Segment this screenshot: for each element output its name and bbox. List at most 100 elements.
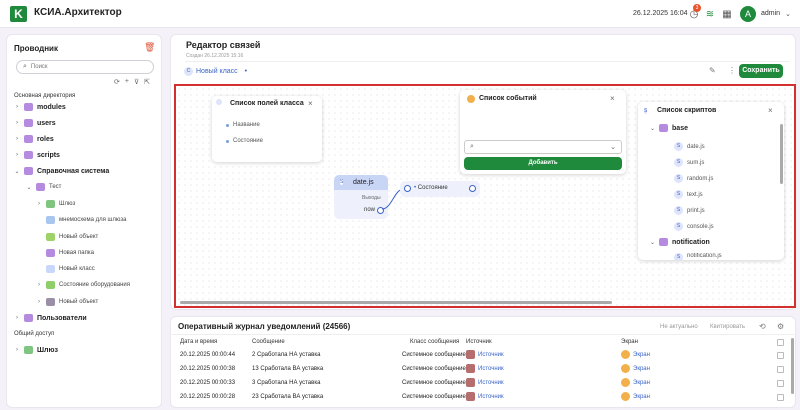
input-port[interactable] bbox=[404, 185, 411, 192]
app-logo[interactable]: K bbox=[10, 6, 27, 22]
screen-link[interactable]: Экран bbox=[633, 394, 650, 400]
row-checkbox[interactable] bbox=[777, 366, 784, 373]
journal-scrollbar[interactable] bbox=[791, 338, 794, 394]
tree-item-label: scripts bbox=[37, 151, 60, 159]
scripts-scrollbar[interactable] bbox=[780, 124, 783, 184]
not-actual-button[interactable]: Не актуально bbox=[660, 324, 698, 330]
settings-dot-icon[interactable]: • bbox=[245, 68, 247, 75]
chevron-right-icon[interactable]: › bbox=[14, 152, 20, 158]
tree-item-new-class[interactable]: Новый класс bbox=[36, 262, 95, 276]
chevron-right-icon[interactable]: › bbox=[36, 299, 42, 305]
chevron-down-icon[interactable]: ⌄ bbox=[650, 239, 655, 246]
close-icon[interactable]: × bbox=[308, 99, 313, 108]
folder-icon bbox=[659, 238, 669, 246]
chevron-right-icon[interactable]: › bbox=[14, 120, 20, 126]
chevron-down-icon[interactable]: ⌄ bbox=[26, 184, 32, 191]
chevron-down-icon[interactable]: ⌄ bbox=[650, 125, 655, 132]
field-item[interactable]: Название bbox=[226, 122, 260, 128]
wifi-icon[interactable]: ≋ bbox=[704, 8, 716, 20]
tree-item-modules[interactable]: › modules bbox=[14, 100, 66, 114]
refresh-icon[interactable]: ⟳ bbox=[114, 78, 120, 86]
class-icon bbox=[46, 265, 55, 273]
script-icon: S bbox=[644, 108, 648, 114]
state-node[interactable]: • Состояние bbox=[400, 181, 480, 197]
source-link[interactable]: Источник bbox=[478, 352, 504, 358]
more-icon[interactable]: ⋮ bbox=[728, 66, 736, 75]
edit-icon[interactable]: ✎ bbox=[709, 66, 716, 75]
select-all-checkbox[interactable] bbox=[777, 339, 784, 346]
script-item[interactable]: Sprint.js bbox=[674, 206, 705, 215]
chevron-right-icon[interactable]: › bbox=[14, 315, 20, 321]
trash-icon[interactable]: 🗑 bbox=[144, 42, 155, 53]
source-link[interactable]: Источник bbox=[478, 366, 504, 372]
avatar[interactable]: A bbox=[740, 6, 756, 22]
col-class[interactable]: Класс сообщения bbox=[410, 339, 459, 345]
script-item[interactable]: Stext.js bbox=[674, 190, 703, 199]
add-event-button[interactable]: Добавить bbox=[464, 157, 622, 170]
tree-item-scripts[interactable]: › scripts bbox=[14, 148, 60, 162]
script-item[interactable]: Sconsole.js bbox=[674, 222, 714, 231]
script-item[interactable]: Srandom.js bbox=[674, 174, 713, 183]
event-select[interactable]: ⌕ ⌄ bbox=[464, 140, 622, 154]
chevron-right-icon[interactable]: › bbox=[14, 347, 20, 353]
close-icon[interactable]: × bbox=[610, 94, 615, 103]
chevron-right-icon[interactable]: › bbox=[36, 282, 42, 288]
tree-item-new-object-2[interactable]: › Новый объект bbox=[36, 295, 98, 309]
screen-link[interactable]: Экран bbox=[633, 352, 650, 358]
chevron-down-icon[interactable]: ⌄ bbox=[782, 8, 794, 20]
tree-item-gateway[interactable]: › Шлюз bbox=[36, 197, 75, 211]
gear-icon[interactable]: ⚙ bbox=[777, 322, 784, 331]
canvas-h-scrollbar[interactable] bbox=[180, 301, 612, 304]
col-message[interactable]: Сообщение bbox=[252, 339, 285, 345]
screen-link[interactable]: Экран bbox=[633, 380, 650, 386]
chevron-down-icon: ⌄ bbox=[610, 144, 616, 151]
tree-item-users[interactable]: › users bbox=[14, 116, 56, 130]
search-input[interactable]: ⌕ Поиск bbox=[16, 60, 154, 74]
tree-item-users-ru[interactable]: › Пользователи bbox=[14, 311, 87, 325]
class-chip[interactable]: C Новый класс • bbox=[184, 67, 247, 76]
save-button[interactable]: Сохранить bbox=[739, 64, 783, 78]
source-link[interactable]: Источник bbox=[478, 380, 504, 386]
row-checkbox[interactable] bbox=[777, 394, 784, 401]
col-screen[interactable]: Экран bbox=[621, 339, 638, 345]
col-datetime[interactable]: Дата и время bbox=[180, 339, 217, 345]
tree-item-new-folder[interactable]: Новая папка bbox=[36, 246, 94, 260]
tree-item-test[interactable]: ⌄ Тест bbox=[26, 180, 61, 194]
tree-item-equipment-state[interactable]: › Состояние оборудования bbox=[36, 278, 130, 292]
field-item[interactable]: Состояние bbox=[226, 138, 263, 144]
gateway-icon bbox=[24, 346, 33, 354]
source-icon bbox=[466, 350, 475, 359]
screen-link[interactable]: Экран bbox=[633, 366, 650, 372]
script-item[interactable]: Ssum.js bbox=[674, 158, 704, 167]
history-icon[interactable]: ⟲ bbox=[759, 322, 766, 331]
folder-icon bbox=[24, 103, 33, 111]
tree-item-shared-gateway[interactable]: › Шлюз bbox=[14, 343, 58, 357]
script-folder-base[interactable]: ⌄ base bbox=[650, 124, 688, 132]
row-checkbox[interactable] bbox=[777, 380, 784, 387]
chevron-right-icon[interactable]: › bbox=[14, 104, 20, 110]
script-item[interactable]: Snotification.js bbox=[674, 253, 722, 260]
source-link[interactable]: Источник bbox=[478, 394, 504, 400]
col-source[interactable]: Источник bbox=[466, 339, 492, 345]
quit-button[interactable]: Квитировать bbox=[710, 324, 745, 330]
user-name[interactable]: admin bbox=[761, 10, 780, 17]
add-icon[interactable]: + bbox=[125, 78, 129, 86]
editor-title: Редактор связей bbox=[186, 40, 261, 50]
script-icon: S bbox=[674, 158, 683, 167]
tree-item-new-object[interactable]: Новый объект bbox=[36, 230, 98, 244]
output-port[interactable] bbox=[469, 185, 476, 192]
calendar-icon[interactable]: ▦ bbox=[721, 8, 733, 20]
object-icon bbox=[46, 233, 55, 241]
tree-item-mnemo[interactable]: мнемосхема для шлюза bbox=[36, 213, 126, 227]
tree-item-roles[interactable]: › roles bbox=[14, 132, 54, 146]
script-item[interactable]: Sdate.js bbox=[674, 142, 705, 151]
filter-icon[interactable]: ⊽ bbox=[134, 78, 139, 86]
chevron-down-icon[interactable]: ⌄ bbox=[14, 168, 20, 175]
script-folder-notification[interactable]: ⌄ notification bbox=[650, 238, 710, 246]
chevron-right-icon[interactable]: › bbox=[14, 136, 20, 142]
chevron-right-icon[interactable]: › bbox=[36, 201, 42, 207]
collapse-icon[interactable]: ⇱ bbox=[144, 78, 150, 86]
tree-item-reference[interactable]: ⌄ Справочная система bbox=[14, 164, 109, 178]
row-checkbox[interactable] bbox=[777, 352, 784, 359]
close-icon[interactable]: × bbox=[768, 106, 773, 115]
